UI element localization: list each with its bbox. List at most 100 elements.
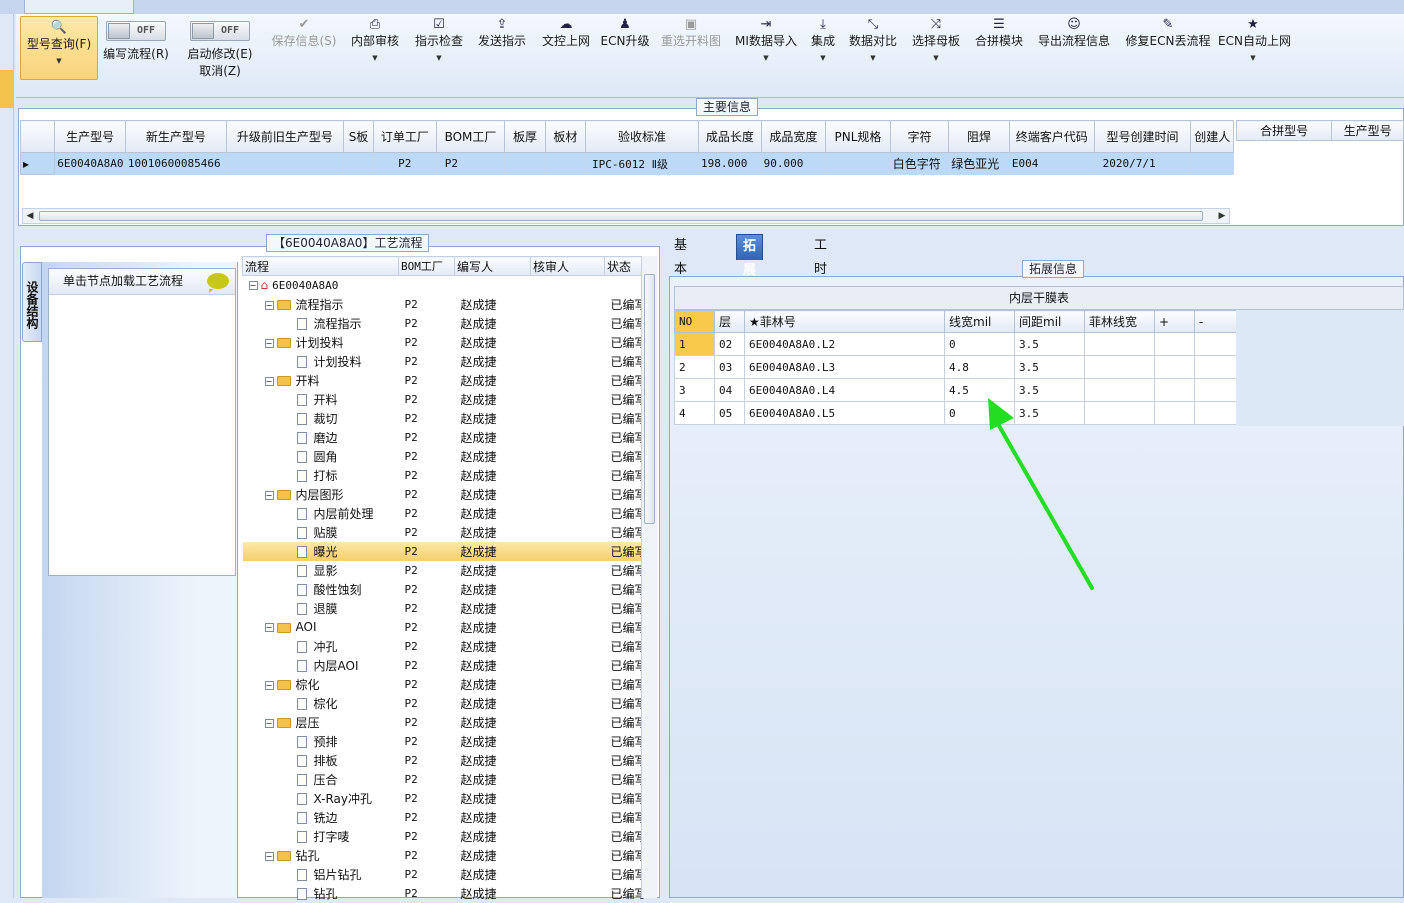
- mi-data-import-button[interactable]: ⇥ MI数据导入 ▼: [732, 14, 800, 96]
- column-header[interactable]: 板材: [544, 120, 587, 153]
- tree-node[interactable]: − 计划投料 P2 赵成捷 已编写: [243, 333, 655, 352]
- column-header[interactable]: 核审人: [530, 256, 605, 276]
- tree-node[interactable]: 内层AOI P2 赵成捷 已编写: [243, 656, 655, 675]
- start-modify-toggle[interactable]: OFF 启动修改(E) 取消(Z): [180, 14, 260, 96]
- tree-node[interactable]: 裁切 P2 赵成捷 已编写: [243, 409, 655, 428]
- table-cell[interactable]: 4.8: [944, 355, 1015, 379]
- tree-node[interactable]: 铝片钻孔 P2 赵成捷 已编写: [243, 865, 655, 884]
- tab-extended-info[interactable]: 拓展信息: [736, 234, 764, 326]
- collapse-icon[interactable]: −: [264, 300, 274, 310]
- table-cell[interactable]: [1194, 401, 1237, 425]
- tree-node[interactable]: 开料 P2 赵成捷 已编写: [243, 390, 655, 409]
- collapse-icon[interactable]: −: [264, 623, 274, 632]
- panel-splitter[interactable]: [660, 232, 667, 898]
- scroll-thumb[interactable]: [644, 274, 655, 524]
- row-indicator[interactable]: ▸: [19, 152, 56, 175]
- tree-node[interactable]: 曝光 P2 赵成捷 已编写: [242, 541, 655, 561]
- table-row[interactable]: 3 04 6E0040A8A0.L4 4.5 3.5: [674, 378, 1237, 402]
- tree-node[interactable]: 显影 P2 赵成捷 已编写: [243, 561, 655, 580]
- table-cell[interactable]: 2: [674, 355, 715, 379]
- table-cell[interactable]: [1194, 355, 1237, 379]
- reselect-cutting-button[interactable]: ▣ 重选开料图: [658, 14, 724, 96]
- table-cell[interactable]: 05: [714, 401, 745, 425]
- table-cell[interactable]: 6E0040A8A0.L3: [744, 355, 945, 379]
- table-cell[interactable]: [1154, 378, 1195, 402]
- tree-node[interactable]: 贴膜 P2 赵成捷 已编写: [243, 523, 655, 542]
- column-header[interactable]: NO: [674, 310, 715, 333]
- column-header[interactable]: 编写人: [454, 256, 531, 276]
- tab-basic-info[interactable]: 基本信息: [668, 234, 693, 325]
- column-header[interactable]: 合拼型号: [1235, 120, 1333, 141]
- table-cell[interactable]: 3: [674, 378, 715, 402]
- tree-node[interactable]: 退膜 P2 赵成捷 已编写: [243, 599, 655, 618]
- tree-node[interactable]: − 内层图形 P2 赵成捷 已编写: [243, 485, 655, 504]
- tree-node[interactable]: 圆角 P2 赵成捷 已编写: [243, 447, 655, 466]
- collapse-icon[interactable]: −: [264, 376, 274, 386]
- remove-column-button[interactable]: -: [1194, 310, 1237, 333]
- instruction-check-button[interactable]: ☑ 指示检查 ▼: [412, 14, 466, 96]
- column-header[interactable]: 生产型号: [1331, 120, 1404, 141]
- tree-node[interactable]: 打标 P2 赵成捷 已编写: [243, 466, 655, 485]
- column-header[interactable]: 阻焊: [948, 120, 1010, 153]
- tree-node[interactable]: 排板 P2 赵成捷 已编写: [243, 751, 655, 770]
- repair-ecn-process-button[interactable]: ✎ 修复ECN丢流程: [1122, 14, 1214, 96]
- table-row[interactable]: 2 03 6E0040A8A0.L3 4.8 3.5: [674, 355, 1237, 379]
- column-header[interactable]: 间距mil: [1014, 310, 1085, 333]
- toggle-switch[interactable]: OFF: [106, 21, 166, 41]
- tree-node[interactable]: − AOI P2 赵成捷 已编写: [243, 618, 655, 637]
- column-header[interactable]: 生产型号: [54, 120, 126, 153]
- column-header[interactable]: 型号创建时间: [1093, 120, 1192, 153]
- add-column-button[interactable]: +: [1154, 310, 1195, 333]
- collapse-icon[interactable]: −: [264, 490, 274, 500]
- ecn-auto-online-button[interactable]: ★ ECN自动上网 ▼: [1218, 14, 1291, 96]
- column-header[interactable]: BOM工厂: [398, 256, 455, 276]
- table-cell[interactable]: 02: [714, 332, 745, 356]
- tree-node[interactable]: 压合 P2 赵成捷 已编写: [243, 770, 655, 789]
- horizontal-scrollbar[interactable]: ◀ ▶: [22, 208, 1230, 224]
- column-header[interactable]: 菲林线宽: [1084, 310, 1155, 333]
- dock-marker[interactable]: [0, 70, 14, 108]
- collapse-icon[interactable]: −: [264, 338, 274, 348]
- column-header[interactable]: 终端客户代码: [1008, 120, 1095, 153]
- integrate-button[interactable]: ⤓ 集成 ▼: [806, 14, 840, 96]
- save-info-button[interactable]: ✔ 保存信息(S): [268, 14, 340, 96]
- tree-node[interactable]: 棕化 P2 赵成捷 已编写: [243, 694, 655, 713]
- column-header[interactable]: 层: [714, 310, 745, 333]
- tree-node[interactable]: 内层前处理 P2 赵成捷 已编写: [243, 504, 655, 523]
- table-row[interactable]: ▸ 6E0040A8A0 10010600085466 P2 P2 IPC-60…: [19, 152, 1234, 175]
- merge-module-button[interactable]: ☰ 合拼模块: [972, 14, 1026, 96]
- column-header[interactable]: PNL规格: [825, 120, 891, 153]
- window-tab[interactable]: [24, 0, 134, 14]
- dropdown-arrow-icon[interactable]: ▼: [21, 55, 97, 67]
- table-row[interactable]: 1 02 6E0040A8A0.L2 0 3.5: [674, 332, 1237, 356]
- vertical-scrollbar[interactable]: [641, 256, 657, 898]
- table-cell[interactable]: 3.5: [1014, 332, 1085, 356]
- column-header[interactable]: ★菲林号: [744, 310, 945, 333]
- tree-node[interactable]: − 层压 P2 赵成捷 已编写: [243, 713, 655, 732]
- table-cell[interactable]: [1194, 332, 1237, 356]
- column-header[interactable]: 成品长度: [698, 120, 762, 153]
- cancel-label[interactable]: 取消(Z): [180, 64, 260, 78]
- tree-node[interactable]: 计划投料 P2 赵成捷 已编写: [243, 352, 655, 371]
- table-cell[interactable]: 6E0040A8A0.L5: [744, 401, 945, 425]
- table-cell[interactable]: 0: [944, 332, 1015, 356]
- table-cell[interactable]: [1084, 332, 1155, 356]
- table-cell[interactable]: [1194, 378, 1237, 402]
- collapse-icon[interactable]: −: [264, 718, 274, 728]
- ecn-upgrade-button[interactable]: ♟ ECN升级: [600, 14, 650, 96]
- model-query-button[interactable]: 🔍 型号查询(F) ▼: [20, 16, 98, 80]
- tree-node[interactable]: − 钻孔 P2 赵成捷 已编写: [243, 846, 655, 865]
- table-cell[interactable]: [1154, 401, 1195, 425]
- tree-node[interactable]: 磨边 P2 赵成捷 已编写: [243, 428, 655, 447]
- table-row[interactable]: 4 05 6E0040A8A0.L5 0 3.5: [674, 401, 1237, 425]
- tree-node[interactable]: 钻孔 P2 赵成捷 已编写: [243, 884, 655, 903]
- write-process-toggle[interactable]: OFF 编写流程(R): [100, 14, 172, 96]
- column-header[interactable]: 流程: [242, 256, 399, 276]
- select-mother-board-button[interactable]: ⤨ 选择母板 ▼: [908, 14, 964, 96]
- table-cell[interactable]: 1: [674, 332, 715, 356]
- table-cell[interactable]: 04: [714, 378, 745, 402]
- column-header[interactable]: 线宽mil: [944, 310, 1015, 333]
- column-header[interactable]: 验收标准: [585, 120, 700, 153]
- collapse-icon[interactable]: −: [264, 851, 274, 861]
- row-header-corner[interactable]: [19, 120, 56, 153]
